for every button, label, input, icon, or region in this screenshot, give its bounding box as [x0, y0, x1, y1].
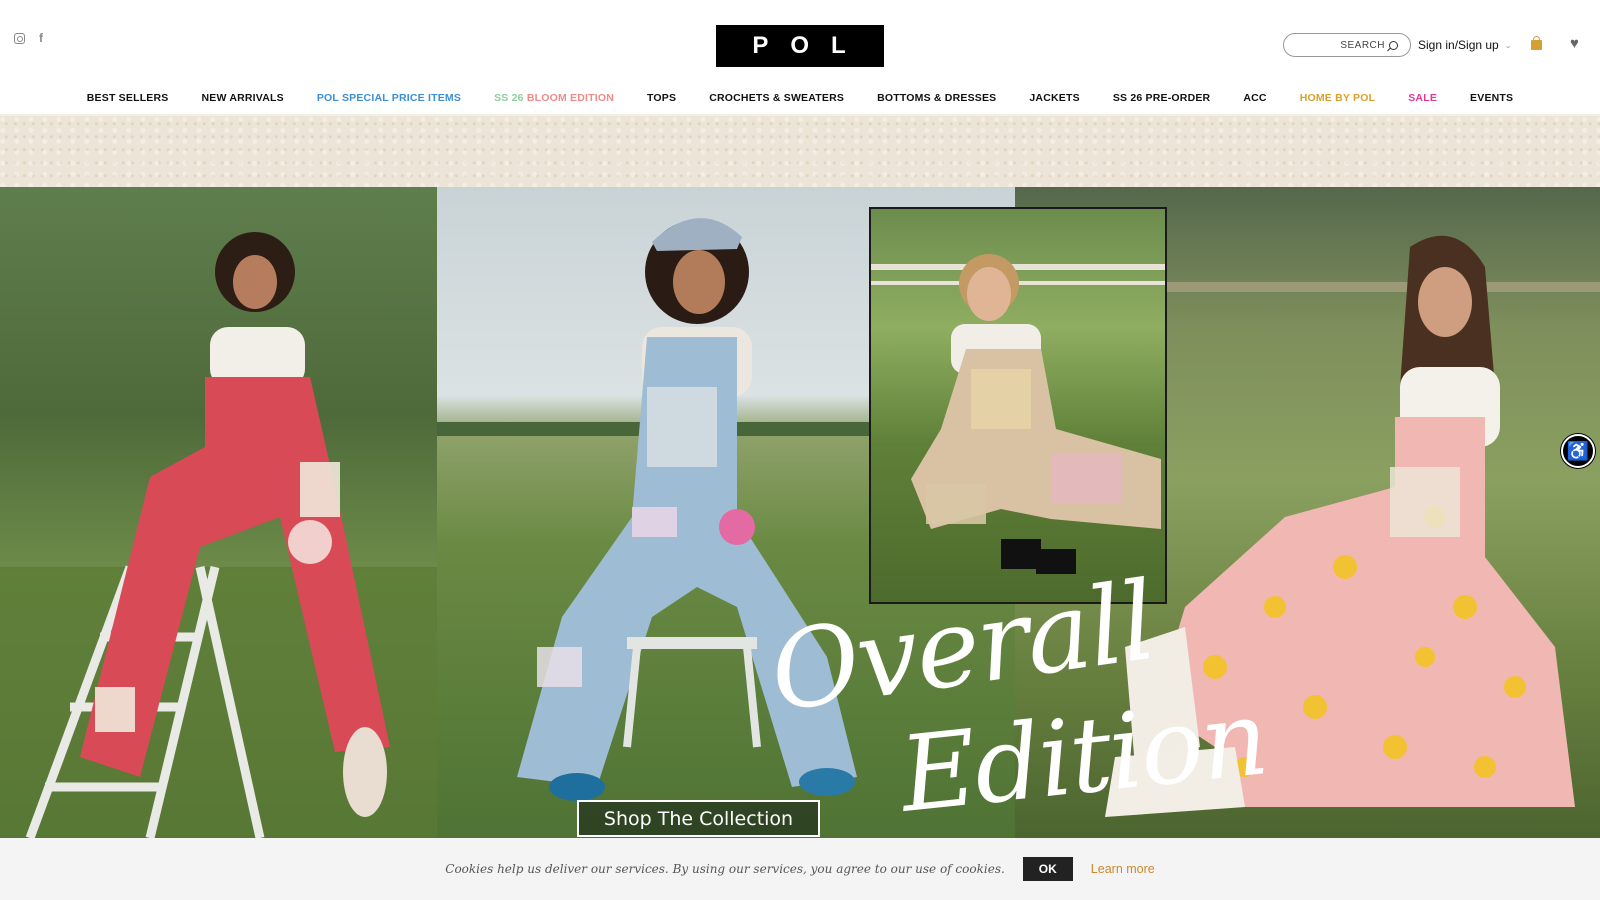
search-box[interactable]: SEARCH	[1283, 33, 1411, 57]
nav-item-sale[interactable]: SALE	[1408, 92, 1437, 110]
nav-item-pol-special-price-items[interactable]: POL SPECIAL PRICE ITEMS	[317, 92, 461, 110]
nav-item-new-arrivals[interactable]: NEW ARRIVALS	[202, 92, 284, 110]
nav-item-bottoms-dresses[interactable]: BOTTOMS & DRESSES	[877, 92, 996, 110]
hero-photo-red-overalls	[0, 187, 437, 838]
cookie-ok-button[interactable]: OK	[1022, 857, 1073, 881]
search-icon[interactable]	[1389, 40, 1398, 50]
cookie-learn-more-link[interactable]: Learn more	[1091, 862, 1155, 876]
nav-item-ss-26-pre-order[interactable]: SS 26 PRE-ORDER	[1113, 92, 1211, 110]
instagram-icon[interactable]	[14, 33, 25, 44]
nav-item-events[interactable]: EVENTS	[1470, 92, 1513, 110]
accessibility-icon[interactable]: ♿	[1561, 434, 1595, 468]
heart-icon[interactable]: ♥	[1570, 35, 1579, 52]
nav-item-home-by-pol[interactable]: HOME BY POL	[1300, 92, 1376, 110]
nav-item-accent-part: BLOOM EDITION	[526, 92, 614, 104]
paper-texture-banner	[0, 116, 1600, 188]
nav-item-tops[interactable]: TOPS	[647, 92, 676, 110]
signin-link[interactable]: Sign in/Sign up ⌄	[1418, 38, 1511, 52]
site-header: f POL SEARCH Sign in/Sign up ⌄ ♥ BEST SE…	[0, 0, 1600, 116]
nav-item-jackets[interactable]: JACKETS	[1029, 92, 1079, 110]
nav-item-acc[interactable]: ACC	[1243, 92, 1266, 110]
chevron-down-icon: ⌄	[1504, 40, 1512, 50]
cookie-banner: Cookies help us deliver our services. By…	[0, 838, 1600, 900]
brand-logo[interactable]: POL	[716, 25, 884, 67]
signin-label: Sign in/Sign up	[1418, 38, 1499, 52]
nav-item-part: SS 26	[494, 92, 527, 104]
main-navigation: BEST SELLERS NEW ARRIVALS POL SPECIAL PRIC…	[0, 92, 1600, 110]
model-patchwork-overalls	[871, 254, 1165, 574]
hero-banner[interactable]: Overall Edition	[0, 187, 1600, 838]
shopping-bag-icon[interactable]	[1531, 36, 1542, 50]
social-links: f	[14, 32, 43, 44]
nav-item-best-sellers[interactable]: BEST SELLERS	[87, 92, 169, 110]
hero-inset-photo-patchwork	[869, 207, 1167, 604]
overall-edition-script-title: Overall Edition	[763, 559, 1272, 836]
cookie-message: Cookies help us deliver our services. By…	[445, 862, 1005, 876]
shop-collection-button[interactable]: Shop The Collection	[577, 800, 820, 837]
model-red-overalls	[0, 232, 437, 838]
facebook-icon[interactable]: f	[39, 32, 43, 44]
search-label: SEARCH	[1340, 39, 1385, 51]
nav-item-crochets-sweaters[interactable]: CROCHETS & SWEATERS	[709, 92, 844, 110]
nav-item-ss-26-bloom-edition[interactable]: SS 26 BLOOM EDITION	[494, 92, 614, 110]
